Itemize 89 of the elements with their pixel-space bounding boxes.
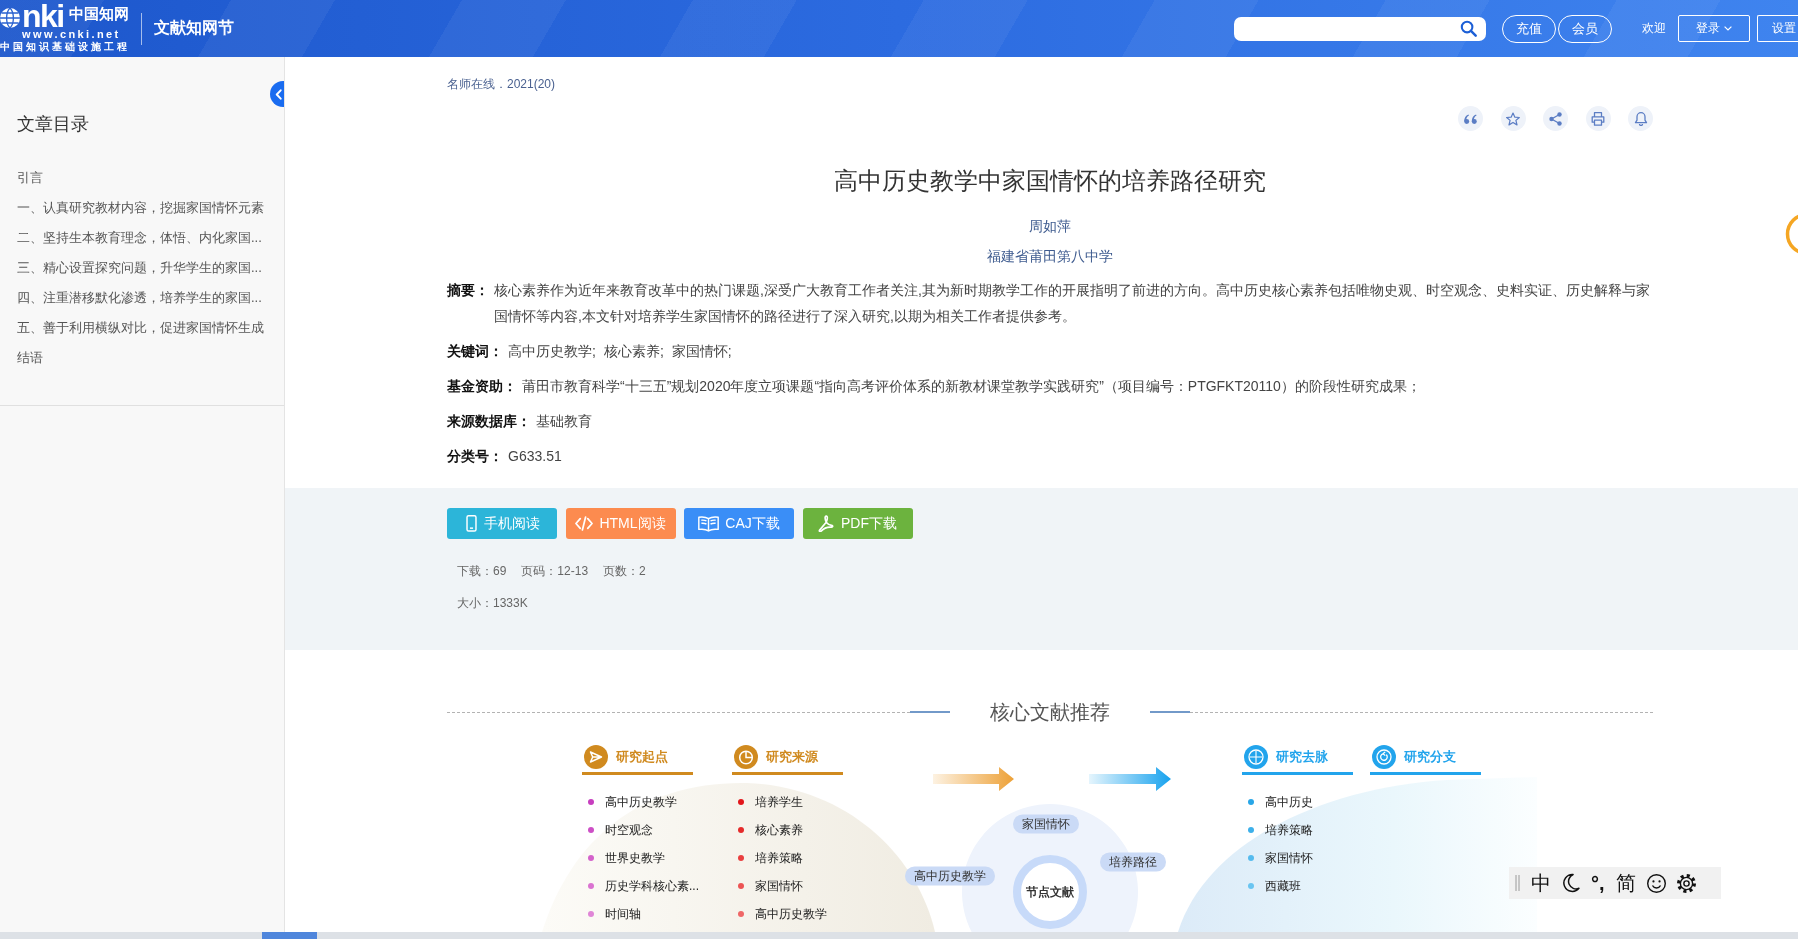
settings-icon[interactable] — [1676, 873, 1696, 893]
topic-link[interactable]: 世界史教学 — [605, 849, 665, 867]
author-link[interactable]: 周如萍 — [1029, 216, 1071, 236]
bell-icon — [1633, 111, 1648, 126]
globe-icon — [0, 6, 21, 30]
code-icon — [575, 516, 594, 531]
collapse-button[interactable] — [270, 81, 284, 107]
field-label: 关键词： — [447, 342, 503, 361]
field-value: 莆田市教育科学“十三五”规划2020年度立项课题“指向高考评价体系的新教材课堂教学实践研究”（项目编号：PTGFKT20110）的阶段性研究成果； — [522, 377, 1421, 396]
cite-button[interactable] — [1458, 106, 1483, 131]
keyword-link[interactable]: 家国情怀; — [671, 338, 732, 364]
stat-text: 页码：12-13 — [521, 563, 589, 580]
keyword-tag[interactable]: 家国情怀 — [1013, 814, 1079, 834]
column-title: 研究来源 — [766, 748, 818, 766]
topic-link[interactable]: 培养学生 — [755, 793, 803, 811]
favorite-button[interactable] — [1500, 106, 1526, 131]
pdf-icon — [818, 515, 835, 532]
field-value: 基础教育 — [536, 412, 592, 431]
stat-text: 页数：2 — [603, 563, 646, 580]
affiliation-link[interactable]: 福建省莆田第八中学 — [987, 246, 1113, 266]
field-label: 分类号： — [447, 447, 503, 466]
quote-icon — [1464, 113, 1477, 124]
stat-text: 下载：69 — [457, 563, 507, 580]
topic-link[interactable]: 高中历史 — [1265, 793, 1313, 811]
scrollbar-thumb[interactable] — [262, 932, 317, 939]
topic-link[interactable]: 时间轴 — [605, 905, 641, 923]
caret-icon — [1724, 26, 1732, 31]
topic-link[interactable]: 家国情怀 — [755, 877, 803, 895]
greeting-text: 欢迎 — [1642, 20, 1666, 37]
keyword-link[interactable]: 核心素养; — [603, 338, 664, 364]
toc-link[interactable]: 五、善于利用横纵对比，促进家国情怀生成 — [17, 313, 264, 343]
column-title: 研究分支 — [1404, 748, 1456, 766]
keyword-link[interactable]: 高中历史教学; — [508, 338, 596, 364]
punctuation-toggle[interactable]: °, — [1591, 871, 1605, 895]
source-link[interactable]: 名师在线．2021(20) — [447, 75, 556, 93]
settings-button[interactable]: 设置 — [1757, 15, 1798, 42]
stat-text: 大小：1333K — [457, 595, 528, 612]
grip-icon[interactable] — [1515, 874, 1520, 892]
chevron-left-icon — [274, 88, 282, 100]
moon-icon[interactable] — [1562, 873, 1580, 893]
keyword-tag[interactable]: 培养路径 — [1100, 852, 1166, 872]
topic-link[interactable]: 高中历史教学 — [755, 905, 827, 923]
topic-link[interactable]: 培养策略 — [755, 849, 803, 867]
topic-link[interactable]: 培养策略 — [1265, 821, 1313, 839]
topic-link[interactable]: 家国情怀 — [1265, 849, 1313, 867]
book-icon — [698, 515, 720, 532]
share-button[interactable] — [1543, 106, 1568, 131]
share-icon — [1549, 111, 1562, 126]
toc-link[interactable]: 一、认真研究教材内容，挖掘家国情怀元素 — [17, 193, 264, 223]
language-toggle[interactable]: 中 — [1531, 871, 1551, 895]
field-label: 基金资助： — [447, 377, 517, 396]
section-title: 文献知网节 — [154, 18, 234, 38]
smiley-icon[interactable] — [1646, 873, 1666, 893]
pie-chart-icon — [734, 745, 758, 769]
topic-link[interactable]: 核心素养 — [755, 821, 803, 839]
toc-link[interactable]: 结语 — [17, 343, 43, 373]
plus-circle-icon — [1244, 745, 1268, 769]
field-value: 核心素养作为近年来教育改革中的热门课题,深受广大教育工作者关注,其为新时期教学工作的开展指明了前进的方向。高中历史核心素养包括唯物史观、时空观念、史料实证、历史解释与家国情怀等内容,本文针对培养学生家国情怀的路径进行了深入研究,以期为相关工作者提供参考。 — [494, 281, 1651, 326]
logo-wordmark: nki — [22, 4, 64, 28]
toc-link[interactable]: 四、注重潜移默化渗透，培养学生的家国... — [17, 283, 262, 313]
login-button[interactable]: 登录 — [1678, 15, 1750, 42]
topic-link[interactable]: 西藏班 — [1265, 877, 1301, 895]
paper-plane-icon — [584, 745, 608, 769]
section-heading: 核心文献推荐 — [990, 700, 1110, 725]
field-label: 来源数据库： — [447, 412, 531, 431]
column-title: 研究起点 — [616, 748, 668, 766]
alert-button[interactable] — [1628, 106, 1653, 131]
script-toggle[interactable]: 简 — [1615, 871, 1636, 895]
phone-icon — [464, 515, 478, 532]
topic-link[interactable]: 高中历史教学 — [605, 793, 677, 811]
search-field[interactable] — [1234, 16, 1486, 41]
field-value: G633.51 — [508, 447, 562, 466]
topic-link[interactable]: 时空观念 — [605, 821, 653, 839]
logo-url: www.cnki.net — [22, 28, 122, 41]
toc-heading: 文章目录 — [17, 113, 89, 136]
search-icon[interactable] — [1460, 20, 1477, 37]
article-title: 高中历史教学中家国情怀的培养路径研究 — [834, 166, 1266, 196]
printer-icon — [1591, 111, 1605, 126]
toc-link[interactable]: 二、坚持生本教育理念，体悟、内化家国... — [17, 223, 262, 253]
toc-link[interactable]: 引言 — [17, 163, 43, 193]
topic-link[interactable]: 历史学科核心素... — [605, 877, 699, 895]
keyword-tag[interactable]: 高中历史教学 — [905, 866, 995, 886]
logo-slogan: 中国知识基础设施工程 — [0, 41, 130, 53]
column-title: 研究去脉 — [1276, 748, 1328, 766]
star-icon — [1506, 111, 1520, 126]
print-button[interactable] — [1585, 106, 1611, 131]
field-label: 摘要： — [447, 281, 489, 300]
logo-name: 中国知网 — [68, 5, 130, 24]
toc-link[interactable]: 三、精心设置探究问题，升华学生的家国... — [17, 253, 262, 283]
